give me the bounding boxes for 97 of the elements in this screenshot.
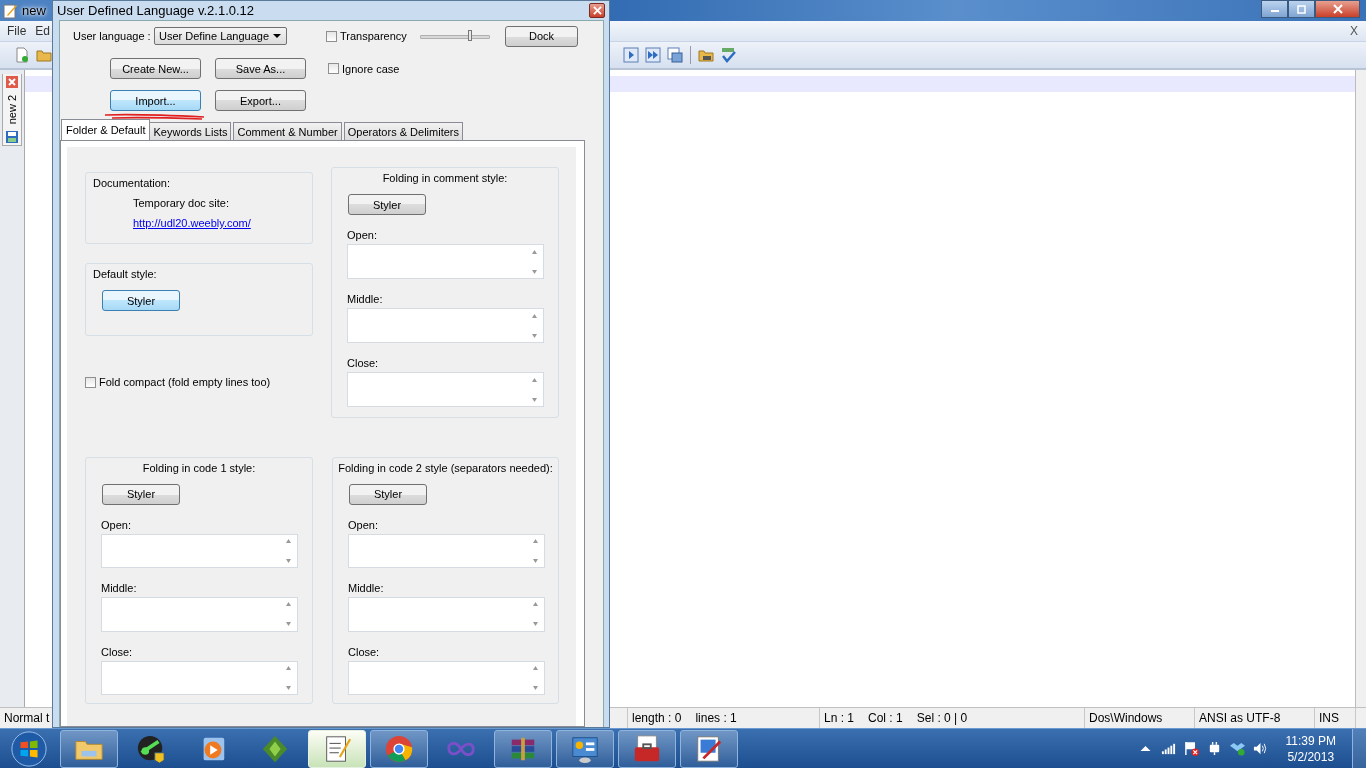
status-text: Col : 1 xyxy=(868,711,903,725)
dialog-button[interactable]: Export... xyxy=(215,90,306,111)
new-file-icon[interactable] xyxy=(14,47,30,63)
signal-icon[interactable] xyxy=(1160,741,1176,756)
checkbox-label: Transparency xyxy=(340,30,407,42)
folder-icon[interactable] xyxy=(698,47,714,63)
status-text: lines : 1 xyxy=(695,711,737,725)
dropdown-arrow-icon xyxy=(273,34,281,38)
taskbar-button[interactable] xyxy=(556,729,614,768)
dock-button[interactable]: Dock xyxy=(505,25,578,47)
doc-link[interactable]: http://udl20.weebly.com/ xyxy=(133,217,251,229)
doc-text: Temporary doc site: xyxy=(133,197,230,209)
notepad-icon xyxy=(2,2,18,19)
dialog-button[interactable]: Create New... xyxy=(110,58,201,79)
tab[interactable]: Keywords Lists xyxy=(149,122,232,140)
field-label: Open: xyxy=(348,518,379,531)
field-label: Middle: xyxy=(101,582,138,595)
close-icon[interactable] xyxy=(6,76,18,88)
scroll-arrows-icon xyxy=(531,247,538,276)
toolbox-icon xyxy=(632,733,662,764)
status-text: Sel : 0 | 0 xyxy=(916,711,968,725)
speaker-icon[interactable] xyxy=(1252,741,1268,756)
fast-forward-icon[interactable] xyxy=(645,47,661,63)
group-title: Folding in code 1 style: xyxy=(142,462,256,474)
disc-icon xyxy=(136,733,166,764)
group-title: Default style: xyxy=(93,268,158,280)
group-title: Folding in comment style: xyxy=(382,172,508,184)
status-text: Dos\Windows xyxy=(1089,711,1163,725)
scroll-arrows-icon xyxy=(532,663,539,692)
close-icon xyxy=(592,6,602,15)
play-icon[interactable] xyxy=(623,47,639,63)
close-button[interactable] xyxy=(589,3,605,18)
show-desktop-button[interactable] xyxy=(1352,728,1366,768)
field-label: Close: xyxy=(101,645,134,658)
checkbox[interactable] xyxy=(85,376,96,388)
flag-icon[interactable] xyxy=(1183,741,1199,756)
tab[interactable]: Operators & Delimiters xyxy=(343,122,463,140)
save-icon xyxy=(6,131,18,143)
scroll-bar[interactable] xyxy=(1355,70,1366,707)
field-label: Close: xyxy=(348,645,381,658)
tab[interactable]: Folder & Default xyxy=(61,119,151,140)
document-tab[interactable]: new 2 xyxy=(2,74,22,146)
clock[interactable]: 11:39 PM 5/2/2013 xyxy=(1285,732,1336,765)
window-title: new xyxy=(22,3,46,18)
scroll-arrows-icon xyxy=(531,311,538,340)
close-icon xyxy=(1332,4,1343,14)
checkbox[interactable] xyxy=(328,63,339,74)
taskbar-button[interactable] xyxy=(60,729,118,768)
styler-button[interactable]: Styler xyxy=(348,194,426,215)
styler-button[interactable]: Styler xyxy=(102,484,180,505)
scroll-arrows-icon xyxy=(285,663,292,692)
field-label: Open: xyxy=(347,229,378,241)
menu-item[interactable]: File xyxy=(7,24,27,38)
scroll-arrows-icon xyxy=(532,600,539,629)
menu-item[interactable]: Ed xyxy=(35,24,51,38)
document-tab-label: new 2 xyxy=(5,94,19,125)
scroll-arrows-icon xyxy=(531,375,538,404)
chrome-icon xyxy=(384,733,414,764)
dialog-button[interactable]: Import... xyxy=(110,90,201,111)
scroll-arrows-icon xyxy=(532,536,539,565)
paint-icon xyxy=(694,733,724,764)
field-label: Close: xyxy=(347,357,380,369)
dropbox-icon[interactable] xyxy=(1229,741,1245,756)
checkbox[interactable] xyxy=(326,30,337,42)
field-label: Middle: xyxy=(347,293,384,305)
checkbox-label: Fold compact (fold empty lines too) xyxy=(99,376,271,388)
maximize-icon xyxy=(1296,4,1307,14)
styler-button[interactable]: Styler xyxy=(102,290,180,311)
tree-icon xyxy=(260,733,290,764)
spell-check-icon[interactable] xyxy=(720,47,736,63)
status-text: ANSI as UTF-8 xyxy=(1199,711,1281,725)
scroll-arrows-icon xyxy=(285,600,292,629)
scroll-arrows-icon xyxy=(285,536,292,565)
language-dropdown[interactable]: User Define Language xyxy=(154,27,287,45)
field-label: Middle: xyxy=(348,582,385,595)
close-button[interactable] xyxy=(1315,0,1360,18)
taskbar-button[interactable] xyxy=(680,729,738,768)
status-text: Normal t xyxy=(4,711,50,725)
minimize-button[interactable] xyxy=(1261,0,1288,18)
tab[interactable]: Comment & Number xyxy=(233,122,342,140)
checkbox-label: Ignore case xyxy=(342,62,400,75)
dialog-title: User Defined Language v.2.1.0.12 xyxy=(57,3,255,18)
user-language-label: User language : xyxy=(73,30,152,42)
status-text: length : 0 xyxy=(632,711,682,725)
dialog-button[interactable]: Save As... xyxy=(215,58,306,79)
field-label: Open: xyxy=(101,518,132,531)
styler-button[interactable]: Styler xyxy=(349,484,427,505)
group-title: Documentation: xyxy=(93,177,172,189)
group-title: Folding in code 2 style (separators needed): xyxy=(338,462,553,474)
status-text: Ln : 1 xyxy=(824,711,855,725)
slider[interactable] xyxy=(420,29,490,43)
taskbar-button[interactable] xyxy=(618,729,676,768)
maximize-button[interactable] xyxy=(1288,0,1315,18)
save-list-icon[interactable] xyxy=(667,47,683,63)
status-text: INS xyxy=(1319,711,1339,725)
close-document-button[interactable]: X xyxy=(1350,24,1358,38)
slider-thumb[interactable] xyxy=(468,30,473,41)
